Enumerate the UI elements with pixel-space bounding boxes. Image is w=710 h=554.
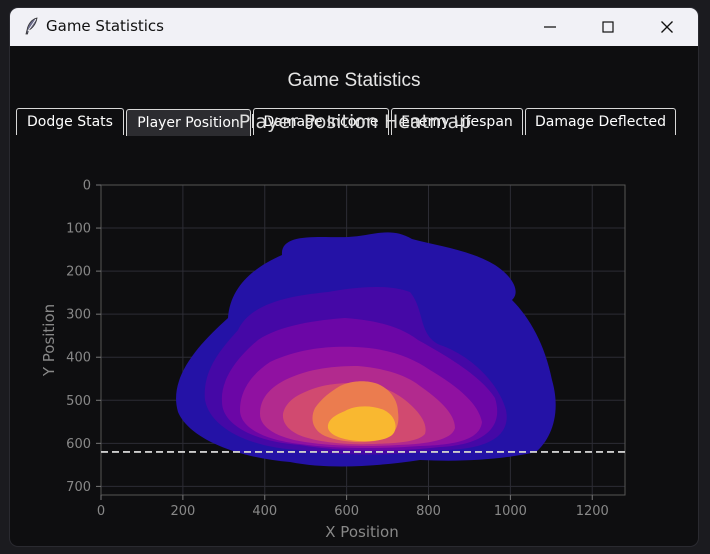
maximize-icon (602, 21, 614, 33)
chart-title: Player Position Heatmap (238, 111, 472, 133)
window-title: Game Statistics (46, 17, 164, 35)
maximize-button[interactable] (579, 8, 637, 46)
minimize-button[interactable] (521, 8, 579, 46)
title-bar: Game Statistics (10, 8, 698, 46)
feather-icon (25, 17, 38, 35)
page-heading: Game Statistics (287, 70, 421, 91)
close-icon (661, 21, 673, 33)
minimize-icon (544, 26, 556, 28)
close-button[interactable] (638, 8, 696, 46)
app-window: Game Statistics Game Statistics Dodge St… (10, 8, 698, 546)
